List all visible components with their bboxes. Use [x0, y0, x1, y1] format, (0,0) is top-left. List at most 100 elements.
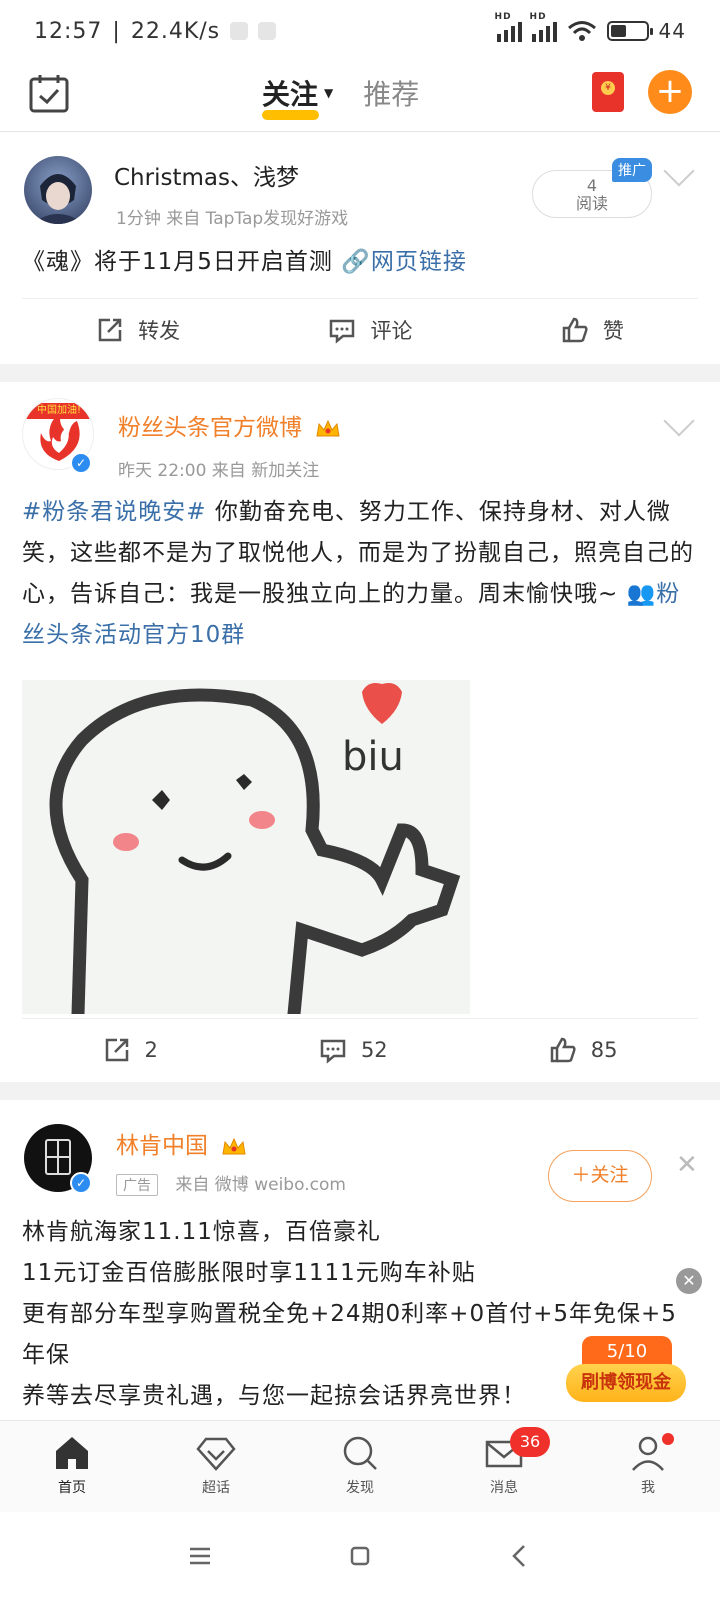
promo-badge: 推广 [612, 158, 652, 182]
network-speed: 22.4K/s [130, 18, 221, 44]
author-name[interactable]: 林肯中国 [116, 1126, 247, 1160]
reward-label: 刷博领现金 [566, 1364, 686, 1402]
crown-icon [222, 1137, 246, 1154]
hashtag-link[interactable]: #粉条君说晚安# [22, 499, 207, 525]
comment-count: 52 [360, 1037, 388, 1062]
post-meta: 昨天 22:00 来自 新加关注 [118, 461, 320, 481]
close-icon[interactable]: ✕ [676, 1150, 698, 1180]
avatar[interactable] [24, 156, 92, 224]
author-name-label: 粉丝头条官方微博 [118, 415, 302, 441]
ad-tag: 广告 [116, 1174, 158, 1196]
tab-messages[interactable]: 消息 36 [454, 1426, 554, 1507]
tab-home[interactable]: 首页 [22, 1427, 122, 1507]
tab-following-label: 关注 [262, 78, 319, 111]
status-time: 12:57 [34, 18, 103, 44]
battery-level [610, 25, 626, 37]
repost-count: 2 [144, 1037, 158, 1062]
caret-down-icon: ▼ [324, 86, 334, 100]
tab-me-label: 我 [641, 1479, 655, 1496]
menu-icon[interactable] [186, 1542, 214, 1570]
chevron-down-icon[interactable] [663, 405, 695, 437]
post-actions: 转发 评论 赞 [22, 298, 698, 360]
signal-icon: HD [495, 12, 522, 42]
wifi-icon [567, 21, 596, 41]
feed-divider [0, 1082, 720, 1100]
comment-button[interactable]: 评论 [328, 315, 412, 345]
verified-badge-icon: ✓ [70, 1172, 92, 1194]
compose-button[interactable]: + [648, 70, 692, 114]
status-separator: | [112, 18, 121, 44]
post-actions: 2 52 85 [22, 1018, 698, 1080]
red-packet-icon[interactable] [592, 72, 624, 112]
repost-button[interactable]: 2 [103, 1036, 158, 1064]
author-name[interactable]: 粉丝头条官方微博 [118, 408, 341, 442]
battery-percent: 44 [658, 19, 686, 43]
post-meta-row: 广告 来自 微博 weibo.com [116, 1170, 346, 1196]
signal-icon: HD [530, 12, 557, 42]
web-link[interactable]: 🔗网页链接 [341, 249, 467, 275]
repost-button[interactable]: 转发 [96, 315, 180, 345]
avatar-banner: 中国加油! [23, 403, 93, 419]
feed-tabs: 关注 ▼ 推荐 [262, 70, 419, 120]
like-button[interactable]: 赞 [561, 315, 624, 345]
tab-discover-label: 发现 [346, 1479, 374, 1496]
top-nav: 关注 ▼ 推荐 + [0, 62, 720, 132]
tab-recommended-label: 推荐 [363, 78, 420, 111]
notification-dot [662, 1432, 674, 1445]
crown-icon [316, 419, 340, 436]
comment-icon [330, 319, 355, 344]
tab-discover[interactable]: 发现 [310, 1427, 410, 1507]
post-text: 《魂》将于11月5日开启首测 🔗网页链接 [22, 242, 698, 283]
tab-me[interactable]: 我 [598, 1427, 698, 1507]
like-button[interactable]: 85 [549, 1036, 618, 1064]
unread-badge: 36 [510, 1426, 550, 1457]
feed-divider [0, 364, 720, 382]
cash-reward-widget[interactable]: 5/10 刷博领现金 [566, 1336, 686, 1412]
comment-label: 评论 [370, 318, 413, 343]
home-icon [56, 1436, 88, 1469]
share-icon [105, 1038, 128, 1061]
tab-super-topic[interactable]: 超话 [166, 1427, 266, 1507]
like-count: 85 [590, 1037, 618, 1062]
notification-icon [230, 22, 249, 40]
home-square-icon[interactable] [346, 1542, 374, 1570]
tab-home-label: 首页 [58, 1479, 86, 1496]
like-label: 赞 [602, 318, 624, 343]
cartoon-figure: biu [49, 683, 461, 1014]
comment-icon [320, 1039, 346, 1064]
comment-button[interactable]: 52 [319, 1036, 388, 1064]
repost-label: 转发 [138, 318, 181, 343]
notification-icon [258, 22, 277, 40]
thumbs-up-icon [562, 317, 588, 342]
bottom-tab-bar: 首页 超话 发现 消息 36 我 [0, 1420, 720, 1512]
battery-icon [606, 21, 653, 41]
thumbs-up-icon [550, 1037, 576, 1062]
post-meta: 来自 微博 weibo.com [175, 1175, 346, 1195]
post-text: #粉条君说晚安# 你勤奋充电、努力工作、保持身材、对人微笑，这些都不是为了取悦他… [22, 492, 698, 656]
post-image[interactable]: biu [22, 680, 470, 1014]
web-link-label: 网页链接 [370, 249, 467, 275]
ad-line: 11元订金百倍膨胀限时享1111元购车补贴 [22, 1260, 476, 1286]
image-caption: biu [342, 734, 404, 780]
close-icon[interactable]: ✕ [676, 1268, 702, 1294]
tab-messages-label: 消息 [490, 1479, 518, 1496]
tab-recommended[interactable]: 推荐 [363, 70, 419, 116]
tab-super-topic-label: 超话 [202, 1479, 230, 1496]
search-icon [343, 1436, 377, 1470]
tab-following[interactable]: 关注 ▼ [262, 70, 334, 120]
diamond-icon [196, 1437, 236, 1471]
plus-icon: ＋ [571, 1164, 591, 1186]
author-name[interactable]: Christmas、浅梦 [114, 158, 299, 192]
post-body: 《魂》将于11月5日开启首测 [22, 249, 333, 275]
status-left: 12:57 | 22.4K/s [34, 18, 277, 44]
share-icon [98, 318, 122, 341]
reads-label: 阅读 [575, 194, 608, 213]
status-bar: 12:57 | 22.4K/s HD HD 44 [0, 0, 720, 62]
avatar-figure [32, 174, 84, 224]
post-meta: 1分钟 来自 TapTap发现好游戏 [116, 209, 349, 229]
follow-button[interactable]: ＋关注 [548, 1150, 652, 1202]
calendar-check-icon[interactable] [28, 72, 70, 114]
follow-label: 关注 [590, 1164, 629, 1186]
back-icon[interactable] [506, 1542, 534, 1570]
ad-line: 林肯航海家11.11惊喜，百倍豪礼 [22, 1219, 381, 1245]
